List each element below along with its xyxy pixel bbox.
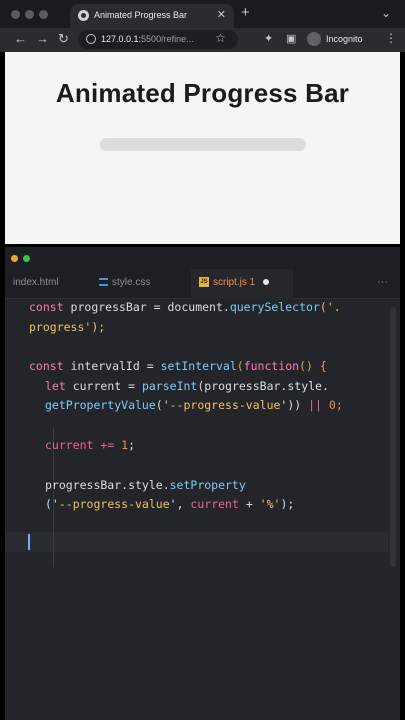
code-line: let current = parseInt(progressBar.style… bbox=[45, 379, 329, 393]
browser-chrome: Animated Progress Bar ✕ + ⌄ ← → ↻ 127.0.… bbox=[0, 0, 405, 52]
incognito-icon[interactable] bbox=[307, 32, 321, 46]
more-actions-icon[interactable]: ··· bbox=[377, 276, 388, 288]
code-line: ('--progress-value', current + '%'); bbox=[45, 497, 295, 511]
site-info-icon[interactable] bbox=[86, 34, 96, 44]
tab-label: style.css bbox=[112, 277, 151, 288]
current-line-highlight bbox=[5, 532, 388, 552]
code-line: getPropertyValue('--progress-value')) ||… bbox=[45, 398, 343, 412]
tab-label: script.js 1 bbox=[213, 277, 256, 288]
unsaved-dot-icon[interactable] bbox=[263, 279, 270, 286]
code-line: const intervalId = setInterval(function(… bbox=[29, 359, 327, 373]
globe-icon bbox=[78, 10, 89, 21]
reload-icon[interactable]: ↻ bbox=[58, 31, 69, 47]
url-text: 127.0.0.1:5500/refine... bbox=[101, 34, 194, 44]
browser-toolbar: ← → ↻ 127.0.0.1:5500/refine... ☆ ✦ ▣ Inc… bbox=[0, 28, 405, 52]
browser-tab[interactable]: Animated Progress Bar ✕ bbox=[70, 4, 234, 28]
editor-minimize-button[interactable] bbox=[11, 255, 18, 262]
tab-style-css[interactable]: style.css bbox=[99, 277, 150, 288]
back-arrow-icon[interactable]: ← bbox=[14, 31, 27, 47]
forward-arrow-icon[interactable]: → bbox=[36, 31, 49, 47]
page-viewport: Animated Progress Bar bbox=[5, 52, 400, 244]
css-file-icon bbox=[99, 278, 108, 287]
tab-strip: Animated Progress Bar ✕ + ⌄ bbox=[0, 0, 405, 28]
tab-title: Animated Progress Bar bbox=[94, 10, 188, 20]
address-bar[interactable]: 127.0.0.1:5500/refine... bbox=[78, 30, 238, 49]
tab-index-html[interactable]: index.html bbox=[13, 277, 59, 288]
js-file-icon: JS bbox=[199, 277, 209, 288]
extensions-puzzle-icon[interactable]: ✦ bbox=[264, 32, 273, 45]
chevron-down-icon[interactable]: ⌄ bbox=[381, 6, 391, 20]
progress-bar bbox=[100, 138, 306, 151]
editor-tab-bar: index.html style.css JS script.js 1 bbox=[5, 269, 400, 299]
editor-scrollbar[interactable] bbox=[390, 307, 396, 567]
window-close-button[interactable] bbox=[11, 10, 20, 19]
url-path: 5500/refine... bbox=[141, 34, 194, 44]
text-cursor bbox=[28, 534, 30, 550]
code-line: const progressBar = document.querySelect… bbox=[29, 300, 341, 314]
editor-titlebar bbox=[5, 247, 400, 269]
tab-label: index.html bbox=[13, 277, 59, 288]
code-editor: index.html style.css JS script.js 1 ··· c… bbox=[5, 247, 400, 720]
close-icon[interactable]: ✕ bbox=[217, 8, 226, 22]
new-tab-button[interactable]: + bbox=[241, 5, 250, 21]
window-zoom-button[interactable] bbox=[39, 10, 48, 19]
tab-script-js[interactable]: JS script.js 1 bbox=[199, 277, 270, 288]
incognito-label[interactable]: Incognito bbox=[326, 34, 363, 44]
browser-menu-icon[interactable]: ⋮ bbox=[385, 31, 397, 45]
side-panel-icon[interactable]: ▣ bbox=[286, 32, 296, 45]
window-minimize-button[interactable] bbox=[25, 10, 34, 19]
page-title: Animated Progress Bar bbox=[55, 78, 350, 108]
code-line: progressBar.style.setProperty bbox=[45, 478, 246, 492]
code-line: progress'); bbox=[29, 320, 106, 334]
code-line: current += 1; bbox=[45, 438, 136, 452]
bookmark-star-icon[interactable]: ☆ bbox=[215, 31, 226, 45]
url-host: 127.0.0.1: bbox=[101, 34, 142, 44]
editor-zoom-button[interactable] bbox=[23, 255, 30, 262]
